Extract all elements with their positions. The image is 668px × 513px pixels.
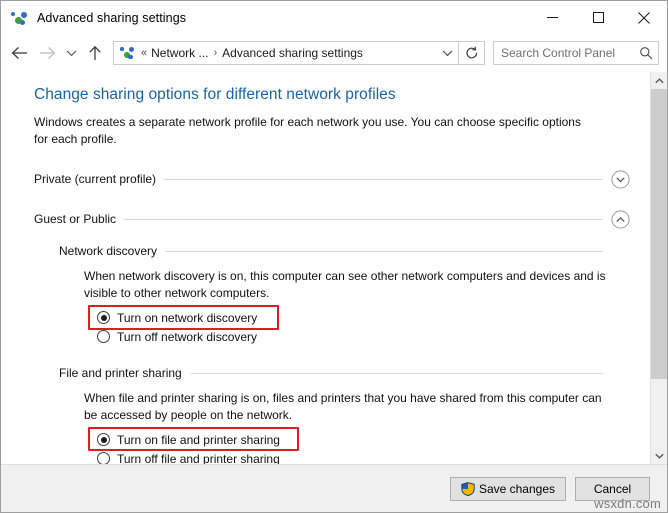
profile-rule	[164, 178, 602, 180]
radio-row-turn-off-file-and-printer-sharing[interactable]: Turn off file and printer sharing	[97, 449, 630, 464]
section-description-network-discovery: When network discovery is on, this compu…	[84, 269, 606, 300]
content-area: Change sharing options for different net…	[1, 72, 667, 464]
scrollbar-thumb[interactable]	[651, 89, 667, 379]
breadcrumb-item-current[interactable]: Advanced sharing settings	[222, 46, 363, 60]
navigation-toolbar: « Network ... › Advanced sharing setting…	[1, 34, 667, 72]
network-sharing-icon	[11, 9, 29, 27]
profile-row-private[interactable]: Private (current profile)	[34, 166, 630, 192]
section-heading-row: File and printer sharing	[59, 363, 630, 383]
search-icon[interactable]	[634, 46, 658, 60]
radio-label-turn-on-file-and-printer-sharing: Turn on file and printer sharing	[117, 432, 280, 447]
radio-label-turn-on-network-discovery: Turn on network discovery	[117, 310, 258, 325]
uac-shield-icon	[461, 481, 475, 496]
radio-turn-off-network-discovery[interactable]	[97, 330, 110, 343]
page-title: Change sharing options for different net…	[34, 86, 396, 103]
breadcrumb-network-icon	[120, 45, 136, 61]
radio-label-turn-off-network-discovery: Turn off network discovery	[117, 329, 258, 344]
scroll-down-arrow-icon[interactable]	[651, 447, 667, 464]
section-rule	[190, 372, 603, 374]
search-input[interactable]	[494, 46, 634, 60]
search-box[interactable]	[493, 41, 659, 65]
radio-group-network-discovery: Turn on network discovery Turn off netwo…	[88, 305, 630, 346]
refresh-button[interactable]	[459, 41, 485, 65]
intro-text: Windows creates a separate network profi…	[34, 115, 581, 146]
forward-button[interactable]	[33, 39, 61, 67]
chevron-down-icon[interactable]	[436, 42, 458, 64]
advanced-sharing-settings-window: Advanced sharing settings « Network ... …	[0, 0, 668, 513]
window-title: Advanced sharing settings	[37, 10, 187, 25]
radio-row-turn-on-network-discovery[interactable]: Turn on network discovery	[97, 308, 630, 327]
chevron-up-icon[interactable]	[611, 209, 630, 229]
scrollbar-track[interactable]	[651, 89, 667, 447]
save-changes-label: Save changes	[478, 481, 555, 496]
vertical-scrollbar[interactable]	[650, 72, 667, 464]
scroll-up-arrow-icon[interactable]	[651, 72, 667, 89]
section-rule	[166, 250, 603, 252]
window-controls	[529, 1, 667, 34]
section-file-and-printer-sharing: File and printer sharing When file and p…	[59, 363, 630, 464]
maximize-button[interactable]	[575, 1, 621, 34]
watermark: wsxdn.com	[594, 496, 661, 511]
settings-panel: Change sharing options for different net…	[1, 72, 650, 464]
profile-label-private: Private (current profile)	[34, 172, 157, 186]
back-button[interactable]	[5, 39, 33, 67]
radio-row-turn-off-network-discovery[interactable]: Turn off network discovery	[97, 327, 630, 346]
save-changes-button[interactable]: Save changes	[449, 476, 566, 501]
address-bar[interactable]: « Network ... › Advanced sharing setting…	[113, 41, 459, 65]
breadcrumb-separator-icon: ›	[213, 47, 218, 59]
section-heading-network-discovery: Network discovery	[59, 244, 158, 258]
radio-turn-on-file-and-printer-sharing[interactable]	[97, 433, 110, 446]
radio-turn-on-network-discovery[interactable]	[97, 311, 110, 324]
radio-label-turn-off-file-and-printer-sharing: Turn off file and printer sharing	[117, 451, 280, 465]
cancel-label: Cancel	[593, 481, 632, 496]
close-button[interactable]	[621, 1, 667, 34]
section-heading-file-and-printer-sharing: File and printer sharing	[59, 366, 182, 380]
title-bar: Advanced sharing settings	[1, 1, 667, 34]
recent-locations-button[interactable]	[61, 39, 81, 67]
radio-group-file-and-printer-sharing: Turn on file and printer sharing Turn of…	[88, 427, 630, 464]
section-description-file-and-printer-sharing: When file and printer sharing is on, fil…	[84, 391, 602, 422]
profile-rule	[124, 218, 602, 220]
breadcrumb-overflow-icon[interactable]: «	[141, 47, 147, 59]
breadcrumb-item-network[interactable]: Network ...	[151, 46, 208, 60]
chevron-down-icon[interactable]	[611, 169, 630, 189]
profile-row-guest-or-public[interactable]: Guest or Public	[34, 206, 630, 232]
radio-turn-off-file-and-printer-sharing[interactable]	[97, 452, 110, 464]
up-button[interactable]	[81, 39, 109, 67]
section-network-discovery: Network discovery When network discovery…	[59, 241, 630, 346]
radio-row-turn-on-file-and-printer-sharing[interactable]: Turn on file and printer sharing	[97, 430, 630, 449]
minimize-button[interactable]	[529, 1, 575, 34]
section-heading-row: Network discovery	[59, 241, 630, 261]
dialog-footer: Save changes Cancel wsxdn.com	[1, 464, 667, 512]
profile-label-guest-or-public: Guest or Public	[34, 212, 117, 226]
